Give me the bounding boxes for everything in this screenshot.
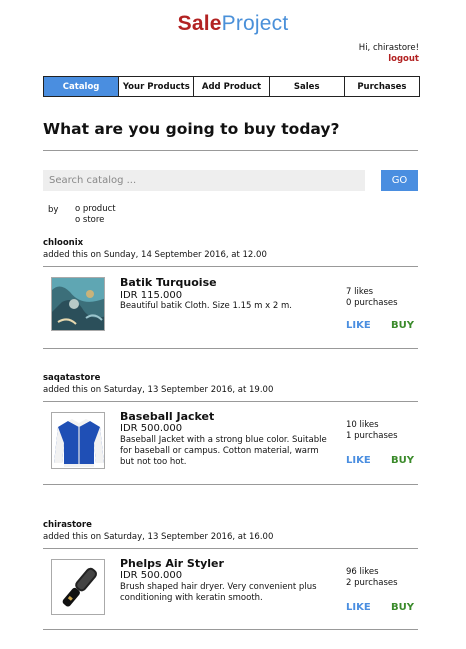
divider bbox=[43, 150, 418, 151]
purchases-count: 0 purchases bbox=[346, 298, 398, 308]
product-description: Brush shaped hair dryer. Very convenient… bbox=[120, 582, 317, 603]
product-stats: 96 likes 2 purchases bbox=[346, 567, 398, 589]
divider bbox=[43, 348, 418, 349]
search-by-label: by bbox=[48, 205, 59, 215]
product-stats: 7 likes 0 purchases bbox=[346, 287, 398, 309]
logo-project: Project bbox=[221, 12, 289, 35]
buy-button[interactable]: BUY bbox=[391, 455, 414, 466]
purchases-count: 1 purchases bbox=[346, 431, 398, 441]
product-price: IDR 500.000 bbox=[120, 570, 183, 581]
added-date: added this on Saturday, 13 September 201… bbox=[43, 385, 274, 395]
search-option-product[interactable]: o product bbox=[75, 204, 116, 214]
product-description: Baseball Jacket with a strong blue color… bbox=[120, 435, 327, 467]
go-button[interactable]: GO bbox=[381, 170, 418, 191]
logo-sale: Sale bbox=[177, 12, 222, 35]
like-button[interactable]: LIKE bbox=[346, 455, 371, 466]
search-input[interactable]: Search catalog ... bbox=[43, 170, 365, 191]
added-date: added this on Sunday, 14 September 2016,… bbox=[43, 250, 267, 260]
likes-count: 7 likes bbox=[346, 287, 374, 297]
seller-name[interactable]: chloonix bbox=[43, 238, 83, 248]
product-price: IDR 500.000 bbox=[120, 423, 183, 434]
product-name[interactable]: Baseball Jacket bbox=[120, 410, 214, 423]
divider bbox=[43, 484, 418, 485]
product-name[interactable]: Batik Turquoise bbox=[120, 276, 217, 289]
product-price: IDR 115.000 bbox=[120, 290, 183, 301]
page-title: What are you going to buy today? bbox=[43, 120, 340, 138]
divider bbox=[43, 629, 418, 630]
product-card: Baseball Jacket IDR 500.000 Baseball Jac… bbox=[43, 402, 418, 484]
product-description: Beautiful batik Cloth. Size 1.15 m x 2 m… bbox=[120, 301, 292, 311]
product-card: Batik Turquoise IDR 115.000 Beautiful ba… bbox=[43, 267, 418, 347]
jacket-image-icon bbox=[52, 413, 104, 468]
product-image-jacket bbox=[51, 412, 105, 469]
styler-image-icon bbox=[52, 560, 104, 614]
tab-catalog[interactable]: Catalog bbox=[44, 77, 119, 96]
likes-count: 96 likes bbox=[346, 567, 379, 577]
product-name[interactable]: Phelps Air Styler bbox=[120, 557, 224, 570]
batik-image-icon bbox=[52, 278, 104, 330]
product-image-styler bbox=[51, 559, 105, 615]
user-greeting-block: Hi, chirastore! logout bbox=[359, 43, 419, 65]
buy-button[interactable]: BUY bbox=[391, 602, 414, 613]
tab-purchases[interactable]: Purchases bbox=[343, 77, 419, 96]
main-nav: Catalog Your Products Add Product Sales … bbox=[43, 76, 420, 97]
greeting-text: Hi, chirastore! bbox=[358, 43, 419, 53]
seller-name[interactable]: chirastore bbox=[43, 520, 92, 530]
app-logo[interactable]: SaleProject bbox=[0, 12, 466, 36]
buy-button[interactable]: BUY bbox=[391, 320, 414, 331]
like-button[interactable]: LIKE bbox=[346, 602, 371, 613]
tab-sales[interactable]: Sales bbox=[268, 77, 344, 96]
logout-link[interactable]: logout bbox=[359, 54, 419, 65]
product-card: Phelps Air Styler IDR 500.000 Brush shap… bbox=[43, 549, 418, 629]
seller-name[interactable]: saqatastore bbox=[43, 373, 100, 383]
tab-your-products[interactable]: Your Products bbox=[118, 77, 193, 96]
added-date: added this on Saturday, 13 September 201… bbox=[43, 532, 274, 542]
tab-add-product[interactable]: Add Product bbox=[193, 77, 268, 96]
like-button[interactable]: LIKE bbox=[346, 320, 371, 331]
likes-count: 10 likes bbox=[346, 420, 379, 430]
purchases-count: 2 purchases bbox=[346, 578, 398, 588]
search-option-store[interactable]: o store bbox=[75, 215, 104, 225]
product-image-batik bbox=[51, 277, 105, 331]
product-stats: 10 likes 1 purchases bbox=[346, 420, 398, 442]
